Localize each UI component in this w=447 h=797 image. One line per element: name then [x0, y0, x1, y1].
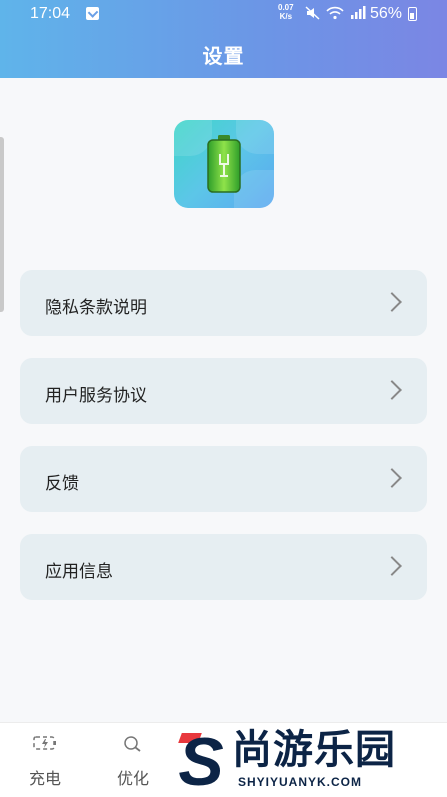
net-speed: 0.07 K/s	[278, 3, 294, 21]
edge-handle[interactable]	[0, 137, 4, 312]
watermark-logo: S	[178, 724, 224, 797]
mute-icon	[305, 6, 321, 24]
chevron-right-icon	[382, 292, 402, 312]
settings-menu: 隐私条款说明 用户服务协议 反馈 应用信息	[20, 270, 427, 622]
menu-item-app-info[interactable]: 应用信息	[20, 534, 427, 600]
menu-item-label: 隐私条款说明	[45, 298, 147, 318]
menu-item-feedback[interactable]: 反馈	[20, 446, 427, 512]
menu-item-label: 应用信息	[45, 562, 113, 582]
signal-icon	[350, 6, 366, 24]
net-speed-value: 0.07	[278, 3, 294, 12]
app-logo	[174, 120, 274, 208]
battery-logo-icon	[207, 135, 241, 193]
tab-charge[interactable]: 充电	[10, 723, 80, 797]
chevron-right-icon	[382, 468, 402, 488]
watermark: S 尚游乐园 SHYIYUANYK.COM	[170, 727, 447, 797]
menu-item-user-agreement[interactable]: 用户服务协议	[20, 358, 427, 424]
chevron-right-icon	[382, 380, 402, 400]
tab-label: 优化	[116, 769, 149, 788]
menu-item-label: 反馈	[45, 474, 79, 494]
menu-item-label: 用户服务协议	[45, 386, 147, 406]
watermark-text: 尚游乐园	[232, 727, 396, 773]
chevron-right-icon	[382, 556, 402, 576]
wifi-icon	[326, 6, 344, 24]
page-title: 设置	[202, 44, 245, 68]
tab-optimize[interactable]: 优化	[98, 723, 168, 797]
status-bar: 17:04 0.07 K/s 56%	[0, 0, 447, 28]
menu-item-privacy[interactable]: 隐私条款说明	[20, 270, 427, 336]
notification-icon	[86, 7, 99, 20]
charge-icon	[10, 735, 80, 755]
optimize-icon	[98, 735, 168, 757]
battery-percent: 56%	[370, 5, 403, 22]
battery-icon	[408, 7, 417, 21]
status-time: 17:04	[30, 5, 71, 22]
watermark-url: SHYIYUANYK.COM	[238, 775, 363, 789]
tab-label: 充电	[28, 769, 61, 788]
net-speed-unit: K/s	[279, 12, 293, 21]
header: 17:04 0.07 K/s 56% 设置	[0, 0, 447, 78]
